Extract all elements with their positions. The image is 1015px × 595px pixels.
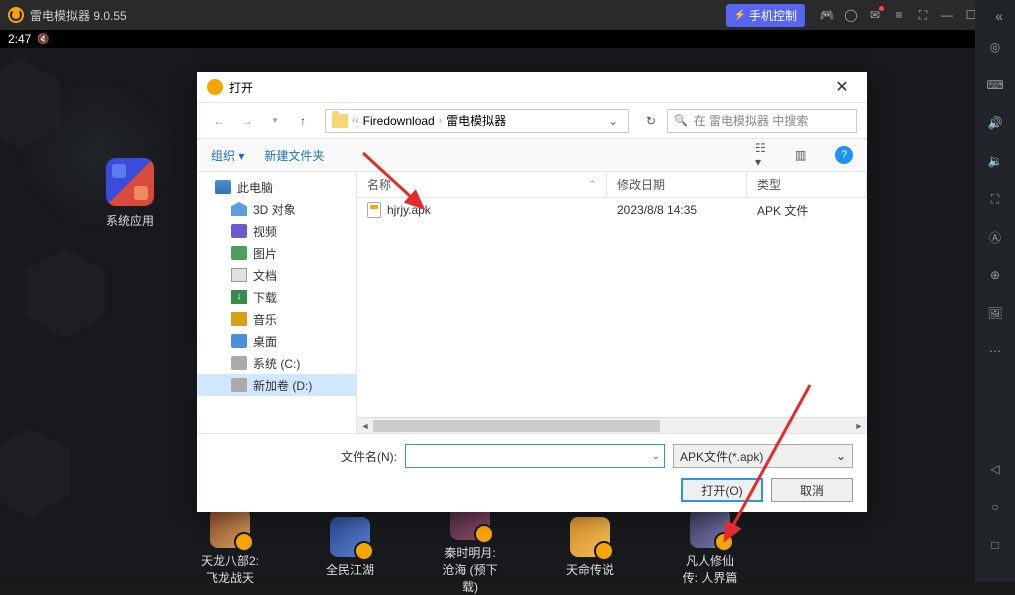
horizontal-scrollbar[interactable]: ◄ ► [357, 417, 867, 433]
nav-up-icon[interactable]: ↑ [291, 109, 315, 133]
file-list: 名称⌃ 修改日期 类型 hjrjy.apk 2023/8/8 14:35 APK… [357, 172, 867, 433]
phone-control-button[interactable]: 手机控制 [726, 4, 805, 27]
list-header[interactable]: 名称⌃ 修改日期 类型 [357, 172, 867, 198]
mail-icon[interactable]: ✉ [863, 3, 887, 27]
install-icon[interactable]: ⊕ [984, 264, 1006, 286]
collapse-icon[interactable]: « [995, 8, 1003, 24]
help-icon[interactable]: ? [835, 146, 853, 164]
tree-desktop[interactable]: 桌面 [197, 330, 356, 352]
open-button[interactable]: 打开(O) [681, 478, 763, 502]
column-date[interactable]: 修改日期 [607, 172, 747, 197]
volume-up-icon[interactable]: 🔊 [984, 112, 1006, 134]
breadcrumb[interactable]: Firedownload [363, 114, 435, 128]
apk-file-icon [367, 202, 381, 218]
sort-icon: ⌃ [588, 179, 596, 190]
dialog-toolbar: 组织 ▾ 新建文件夹 ☷ ▾ ▥ ? [197, 138, 867, 172]
scroll-right-icon[interactable]: ► [851, 418, 867, 434]
app-logo [8, 7, 24, 23]
filetype-select[interactable]: APK文件(*.apk)⌄ [673, 444, 853, 468]
nav-recent-icon[interactable]: ▾ [263, 109, 287, 133]
nav-forward-icon: → [235, 109, 259, 133]
folder-icon [332, 114, 348, 128]
breadcrumb-sep: ‹‹ [352, 115, 359, 126]
dropdown-icon[interactable]: ⌄ [652, 451, 660, 462]
address-bar[interactable]: ‹‹ Firedownload › 雷电模拟器 ⌄ [325, 109, 629, 133]
tree-pictures[interactable]: 图片 [197, 242, 356, 264]
preview-pane-icon[interactable]: ▥ [795, 147, 815, 163]
app-titlebar: 雷电模拟器 9.0.55 手机控制 🎮 ◯ ✉ ≡ ⛶ — ☐ ✕ [0, 0, 1015, 30]
system-apps-shortcut[interactable]: 系统应用 [90, 158, 170, 229]
dialog-navbar: ← → ▾ ↑ ‹‹ Firedownload › 雷电模拟器 ⌄ ↻ 在 雷电… [197, 102, 867, 138]
game-shortcut[interactable]: 秦时明月: 沧海 (预下载) [440, 500, 500, 595]
organize-button[interactable]: 组织 ▾ [211, 147, 244, 164]
compass-icon[interactable]: ◎ [984, 36, 1006, 58]
mute-icon: 🔇 [37, 34, 49, 45]
game-taskbar: 天龙八部2: 飞龙战天 全民江湖 秦时明月: 沧海 (预下载) 天命传说 凡人修… [0, 512, 975, 582]
dialog-logo [207, 79, 223, 95]
minimize-icon[interactable]: — [935, 3, 959, 27]
tree-this-pc[interactable]: 此电脑 [197, 176, 356, 198]
dialog-title: 打开 [229, 79, 253, 96]
user-icon[interactable]: ◯ [839, 3, 863, 27]
refresh-icon[interactable]: ↻ [639, 114, 663, 128]
tree-drive-d[interactable]: 新加卷 (D:) [197, 374, 356, 396]
folder-tree[interactable]: 此电脑 3D 对象 视频 图片 文档 下载 音乐 桌面 系统 (C:) 新加卷 … [197, 172, 357, 433]
cancel-button[interactable]: 取消 [771, 478, 853, 502]
tree-documents[interactable]: 文档 [197, 264, 356, 286]
search-input[interactable]: 在 雷电模拟器 中搜索 [667, 109, 857, 133]
screenshot-icon[interactable]: 🖼 [984, 302, 1006, 324]
filename-input[interactable]: ⌄ [405, 444, 665, 468]
target-icon[interactable]: Ⓐ [984, 226, 1006, 248]
status-time: 2:47 [8, 32, 31, 46]
tree-drive-c[interactable]: 系统 (C:) [197, 352, 356, 374]
app-title: 雷电模拟器 9.0.55 [30, 7, 726, 24]
system-apps-icon [106, 158, 154, 206]
fullscreen-icon[interactable]: ⛶ [984, 188, 1006, 210]
list-rows[interactable]: hjrjy.apk 2023/8/8 14:35 APK 文件 [357, 198, 867, 417]
fullscreen-icon[interactable]: ⛶ [911, 3, 935, 27]
back-icon[interactable]: ◁ [984, 458, 1006, 480]
gamepad-icon[interactable]: 🎮 [815, 3, 839, 27]
more-icon[interactable]: ⋯ [984, 340, 1006, 362]
dialog-titlebar: 打开 ✕ [197, 72, 867, 102]
tree-music[interactable]: 音乐 [197, 308, 356, 330]
column-name[interactable]: 名称⌃ [357, 172, 607, 197]
dialog-close-button[interactable]: ✕ [827, 77, 857, 97]
breadcrumb-sep: › [439, 115, 442, 126]
menu-icon[interactable]: ≡ [887, 3, 911, 27]
game-shortcut[interactable]: 天命传说 [560, 517, 620, 578]
keyboard-icon[interactable]: ⌨ [984, 74, 1006, 96]
dialog-footer: 文件名(N): ⌄ APK文件(*.apk)⌄ 打开(O) 取消 [197, 433, 867, 512]
new-folder-button[interactable]: 新建文件夹 [264, 147, 324, 164]
column-type[interactable]: 类型 [747, 172, 867, 197]
scroll-left-icon[interactable]: ◄ [357, 418, 373, 434]
tree-videos[interactable]: 视频 [197, 220, 356, 242]
file-row[interactable]: hjrjy.apk 2023/8/8 14:35 APK 文件 [357, 198, 867, 222]
view-mode-icon[interactable]: ☷ ▾ [755, 147, 775, 163]
filename-label: 文件名(N): [341, 448, 397, 465]
volume-down-icon[interactable]: 🔉 [984, 150, 1006, 172]
breadcrumb[interactable]: 雷电模拟器 [446, 112, 506, 129]
game-shortcut[interactable]: 天龙八部2: 飞龙战天 [200, 508, 260, 586]
tree-3d-objects[interactable]: 3D 对象 [197, 198, 356, 220]
file-open-dialog: 打开 ✕ ← → ▾ ↑ ‹‹ Firedownload › 雷电模拟器 ⌄ ↻… [197, 72, 867, 512]
recent-icon[interactable]: □ [984, 534, 1006, 556]
scroll-thumb[interactable] [373, 420, 660, 432]
home-icon[interactable]: ○ [984, 496, 1006, 518]
emulator-sidebar: « ◎ ⌨ 🔊 🔉 ⛶ Ⓐ ⊕ 🖼 ⋯ ◁ ○ □ [975, 0, 1015, 582]
nav-back-icon[interactable]: ← [207, 109, 231, 133]
shortcut-label: 系统应用 [90, 212, 170, 229]
game-shortcut[interactable]: 凡人修仙传: 人界篇 [680, 508, 740, 586]
game-shortcut[interactable]: 全民江湖 [320, 517, 380, 578]
android-statusbar: 2:47 🔇 ▾ ◢ ▮ [0, 30, 1015, 48]
tree-downloads[interactable]: 下载 [197, 286, 356, 308]
address-dropdown-icon[interactable]: ⌄ [602, 114, 624, 128]
